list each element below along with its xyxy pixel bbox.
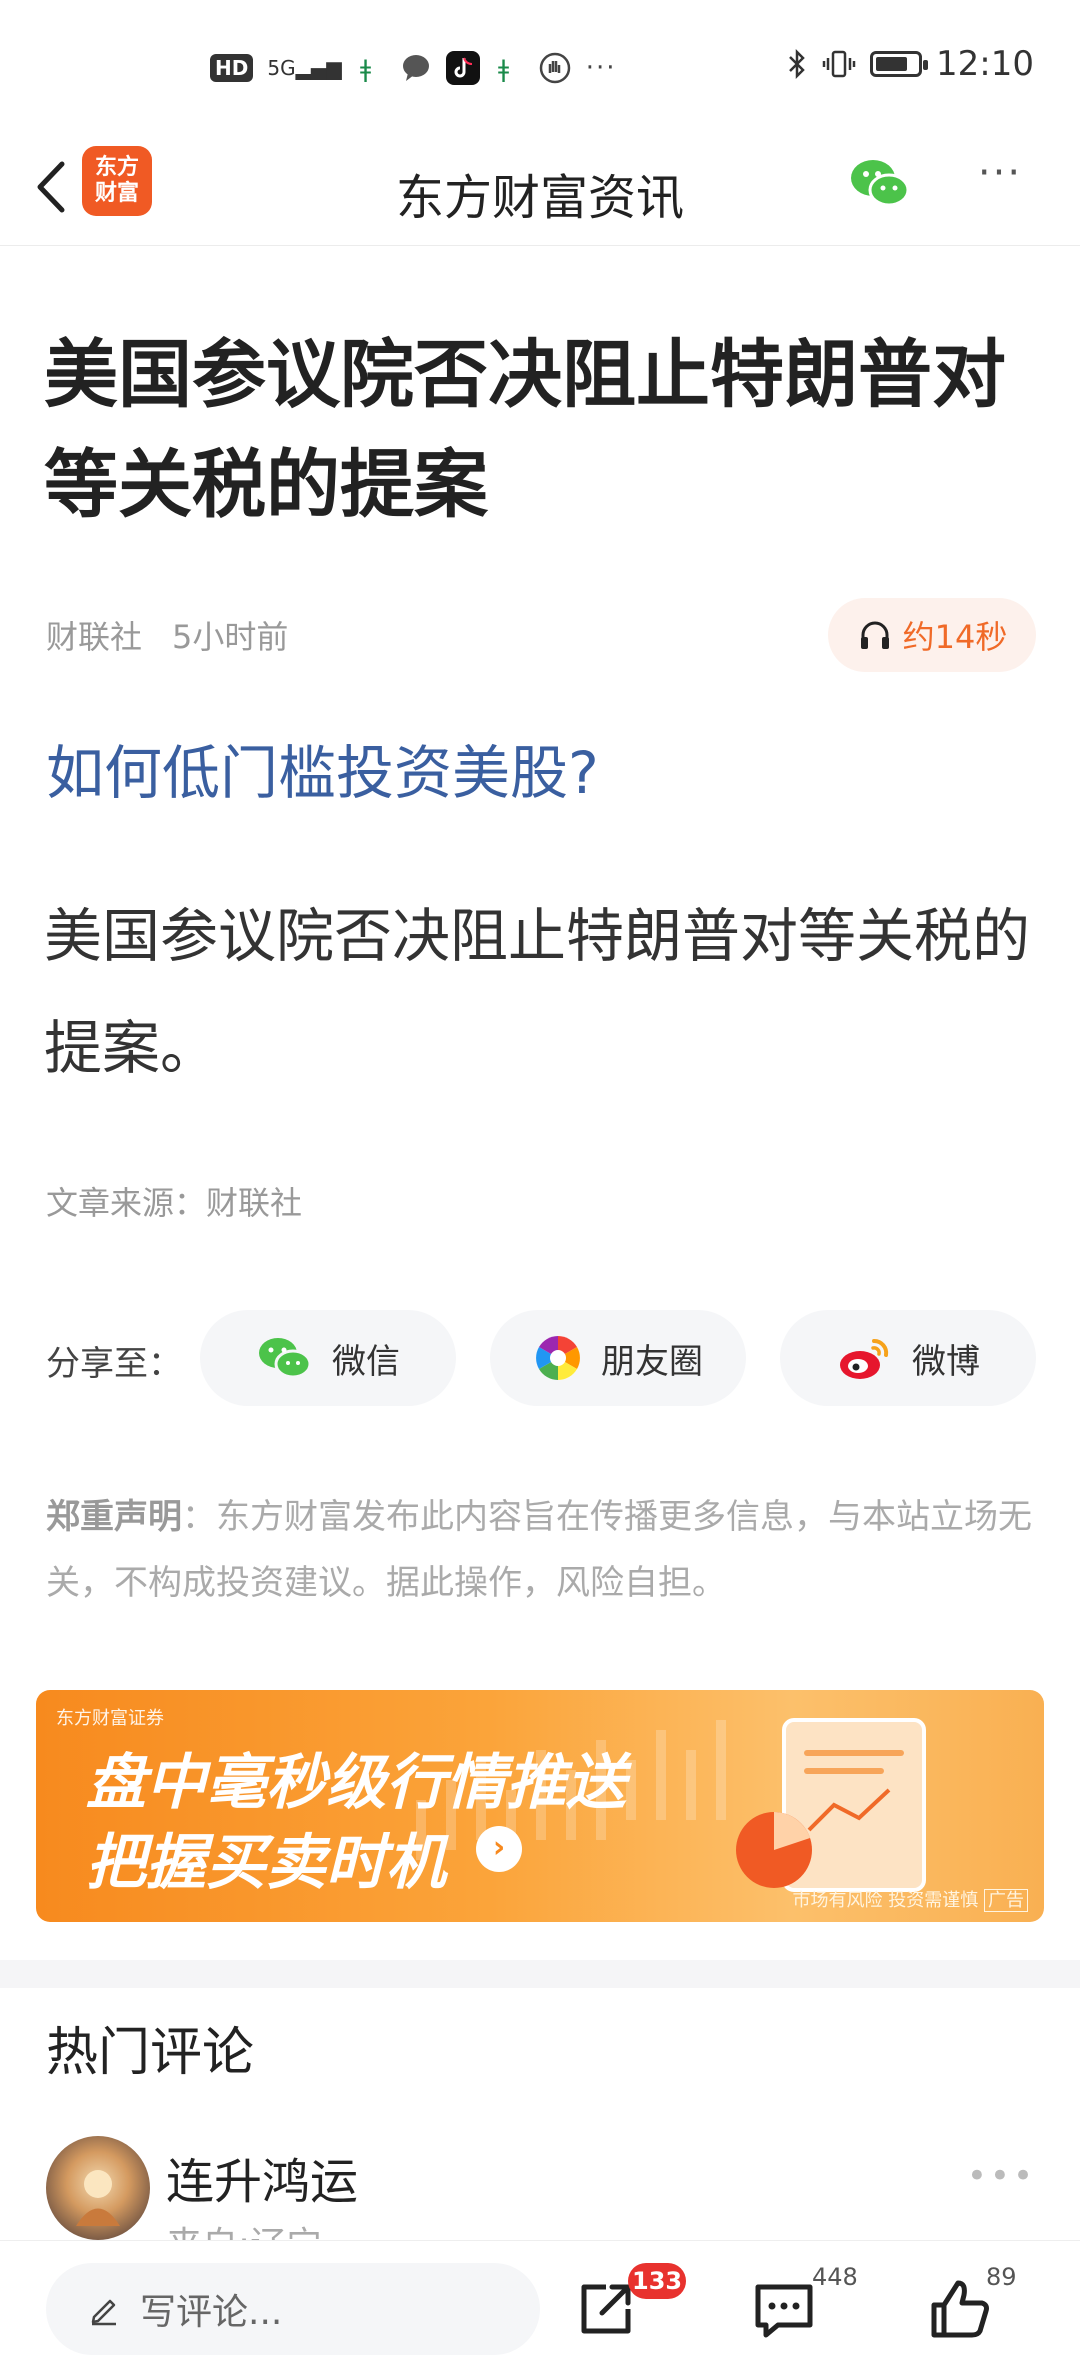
weibo-icon [840, 1338, 889, 1379]
bank-app-icon: ǂ [360, 55, 371, 83]
more-status-icon: ··· [585, 53, 617, 83]
share-row: 分享至： 微信 朋友圈 微博 [46, 1310, 1046, 1406]
ad-tag: 广告 [984, 1889, 1028, 1912]
bluetooth-icon [789, 48, 805, 80]
status-time: 12:10 [936, 44, 1034, 84]
hd-badge: HD [210, 54, 254, 82]
audio-duration: 约14秒 [902, 618, 1008, 656]
comment-count: 448 [812, 2263, 858, 2291]
moments-icon [536, 1336, 580, 1380]
promo-link[interactable]: 如何低门槛投资美股? [46, 726, 599, 810]
share-moments-button[interactable]: 朋友圈 [490, 1310, 746, 1406]
disclaimer-text: ：东方财富发布此内容旨在传播更多信息，与本站立场无关，不构成投资建议。据此操作，… [46, 1497, 1032, 1603]
battery-icon [870, 51, 929, 77]
ad-headline: 盘中毫秒级行情推送 [86, 1748, 626, 1818]
disclaimer-title: 郑重声明 [46, 1497, 182, 1537]
svg-text:ǂ: ǂ [360, 55, 371, 83]
svg-text:ǂ: ǂ [498, 55, 509, 83]
headphones-icon [860, 621, 889, 649]
tiktok-icon [445, 51, 480, 85]
article-source: 财联社 [46, 618, 143, 656]
ad-subheadline: 把握买卖时机 [86, 1828, 446, 1898]
signal-5g-icon: 5G▂▄▆ [267, 56, 342, 80]
wechat-icon [259, 1338, 312, 1379]
share-count-badge: 133 [628, 2263, 687, 2299]
document-chart-illustration [736, 1718, 926, 1892]
like-count: 89 [986, 2263, 1017, 2291]
comment-username[interactable]: 连升鸿运 [166, 2142, 358, 2212]
share-label: 分享至： [46, 1344, 182, 1384]
status-icons: HD 5G▂▄▆ ǂ ǂ ··· [210, 48, 617, 88]
article-meta: 财联社 5小时前 [46, 612, 288, 658]
ad-arrow-icon: › [476, 1826, 522, 1872]
article-time: 5小时前 [172, 618, 289, 656]
message-bubble-icon [402, 55, 429, 81]
share-weibo-button[interactable]: 微博 [780, 1310, 1036, 1406]
ad-banner[interactable]: 东方财富证券 盘中毫秒级行情推送 把握买卖时机 › 市场有风险 投资需谨慎 广告 [36, 1690, 1044, 1922]
hand-icon [539, 52, 570, 84]
article-source-line: 文章来源：财联社 [46, 1184, 303, 1222]
bottom-action-bar: 写评论... 133 448 89 [0, 2240, 1080, 2377]
ad-risk-note: 市场有风险 投资需谨慎 广告 [793, 1886, 1028, 1912]
disclaimer: 郑重声明：东方财富发布此内容旨在传播更多信息，与本站立场无关，不构成投资建议。据… [46, 1484, 1036, 1616]
status-bar: HD 5G▂▄▆ ǂ ǂ ··· 12:10 [0, 0, 1080, 130]
status-right: 12:10 [786, 44, 1034, 84]
top-nav-bar: 东方 财富 东方财富资讯 ··· [0, 130, 1080, 246]
hot-comments-title: 热门评论 [46, 2023, 255, 2083]
wechat-share-icon[interactable] [845, 148, 915, 218]
avatar[interactable] [46, 2136, 150, 2240]
pencil-icon [91, 2299, 116, 2326]
article-headline: 美国参议院否决阻止特朗普对等关税的提案 [44, 332, 1006, 528]
section-divider [0, 1960, 1080, 1988]
write-comment-input[interactable]: 写评论... [46, 2263, 540, 2355]
article-body: 美国参议院否决阻止特朗普对等关税的提案。 [44, 902, 1031, 1082]
comment-placeholder: 写评论... [140, 2292, 283, 2333]
listen-audio-button[interactable]: 约14秒 [828, 598, 1036, 672]
bank-app-icon-2: ǂ [498, 55, 509, 83]
comment-more-button[interactable]: ••• [967, 2156, 1036, 2196]
page-title: 东方财富资讯 [395, 170, 684, 226]
share-wechat-button[interactable]: 微信 [200, 1310, 456, 1406]
vibrate-icon [822, 50, 856, 78]
comment-item[interactable]: 连升鸿运 来自:辽宁 ••• [46, 2136, 1046, 2266]
more-options-button[interactable]: ··· [965, 150, 1035, 210]
ad-brand: 东方财富证券 [56, 1708, 164, 1729]
